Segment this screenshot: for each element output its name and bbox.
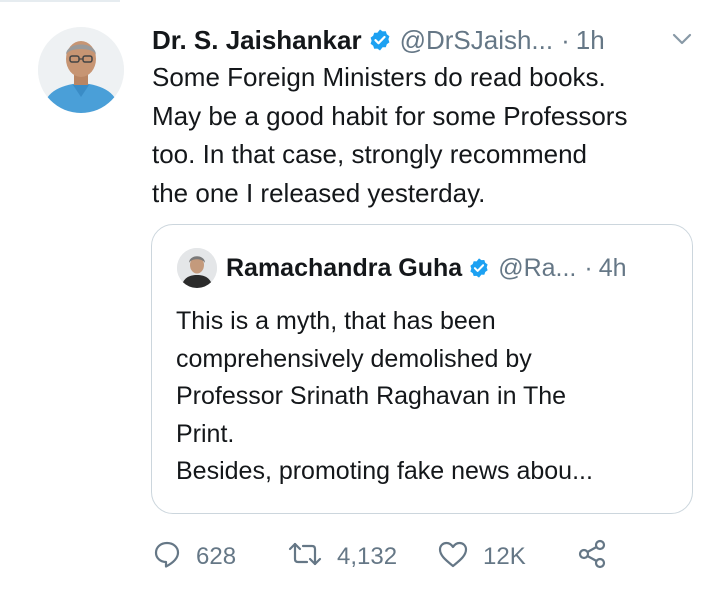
chevron-down-icon[interactable] bbox=[670, 28, 694, 50]
quoted-tweet-card[interactable]: Ramachandra Guha @Ra... · 4h This is a m… bbox=[151, 224, 693, 514]
avatar-image bbox=[38, 27, 124, 113]
author-name[interactable]: Dr. S. Jaishankar bbox=[152, 25, 362, 56]
retweet-button[interactable]: 4,132 bbox=[287, 537, 397, 577]
author-handle[interactable]: @DrSJaish... bbox=[400, 25, 554, 56]
verified-badge-icon bbox=[468, 257, 490, 279]
reply-button[interactable]: 628 bbox=[152, 537, 236, 577]
avatar[interactable] bbox=[38, 27, 124, 113]
quoted-avatar-image bbox=[177, 248, 217, 288]
quoted-author-name[interactable]: Ramachandra Guha bbox=[226, 254, 462, 283]
timeline-divider bbox=[0, 0, 120, 2]
quoted-avatar[interactable] bbox=[177, 248, 217, 288]
tweet-action-bar: 628 4,132 12K bbox=[152, 537, 632, 577]
like-button[interactable]: 12K bbox=[437, 537, 526, 577]
quoted-tweet-timestamp: 4h bbox=[598, 253, 627, 282]
tweet-header: Dr. S. Jaishankar @DrSJaish... · 1h bbox=[152, 22, 698, 58]
quoted-tweet-header: Ramachandra Guha @Ra... · 4h bbox=[226, 249, 676, 287]
quoted-tweet-text: This is a myth, that has been comprehens… bbox=[176, 307, 593, 485]
reply-count: 628 bbox=[196, 543, 237, 570]
heart-icon bbox=[437, 539, 469, 576]
like-count: 12K bbox=[483, 543, 526, 570]
reply-icon bbox=[152, 539, 182, 576]
tweet-text: Some Foreign Ministers do read books. Ma… bbox=[152, 62, 628, 208]
verified-badge-icon bbox=[368, 28, 392, 52]
share-button[interactable] bbox=[576, 537, 608, 577]
share-icon bbox=[576, 538, 608, 577]
separator-dot: · bbox=[584, 253, 593, 282]
quoted-author-handle[interactable]: @Ra... bbox=[498, 254, 576, 283]
retweet-icon bbox=[287, 539, 323, 576]
tweet-timestamp[interactable]: 1h bbox=[576, 25, 605, 56]
separator-dot: · bbox=[561, 24, 570, 55]
retweet-count: 4,132 bbox=[337, 543, 398, 570]
